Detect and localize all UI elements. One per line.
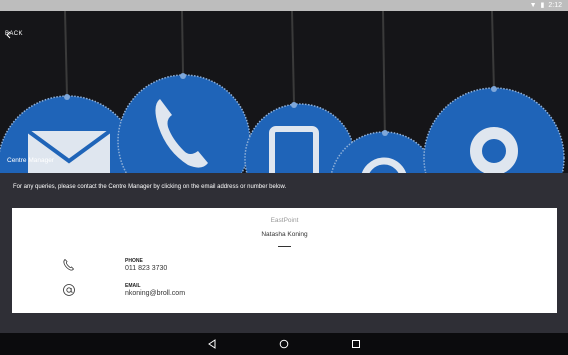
manager-name: Natasha Koning: [261, 231, 308, 238]
hanging-tags-illustration: [0, 11, 565, 173]
email-row[interactable]: EMAIL nkoning@broll.com: [12, 283, 557, 307]
nav-back-button[interactable]: [206, 338, 218, 350]
hero-banner: BACK: [0, 11, 568, 173]
contact-card: EastPoint Natasha Koning PHONE 011 823 3…: [12, 208, 557, 313]
divider: [278, 246, 291, 247]
email-value[interactable]: nkoning@broll.com: [125, 290, 185, 297]
status-time: 2:12: [548, 2, 562, 9]
back-triangle-icon: [208, 339, 216, 349]
home-circle-icon: [279, 339, 289, 349]
back-button[interactable]: BACK: [5, 31, 23, 39]
phone-value[interactable]: 011 823 3730: [125, 265, 167, 272]
recents-square-icon: [352, 340, 360, 348]
nav-recents-button[interactable]: [350, 338, 362, 350]
at-icon: [63, 284, 75, 296]
chevron-left-icon: [6, 31, 11, 39]
phone-icon: [63, 258, 75, 271]
wifi-icon: ▼: [529, 2, 537, 9]
centre-name: EastPoint: [270, 217, 299, 224]
page-title: Centre Manager: [7, 157, 54, 164]
status-bar: ▼ ▮ 2:12: [0, 0, 568, 11]
email-label: EMAIL: [125, 283, 141, 289]
nav-home-button[interactable]: [278, 338, 290, 350]
info-text: For any queries, please contact the Cent…: [13, 184, 287, 190]
lock-icon: ▮: [540, 2, 545, 9]
navigation-bar: [0, 333, 568, 355]
phone-label: PHONE: [125, 258, 143, 264]
phone-row[interactable]: PHONE 011 823 3730: [12, 258, 557, 282]
envelope-glyph: [26, 129, 112, 173]
